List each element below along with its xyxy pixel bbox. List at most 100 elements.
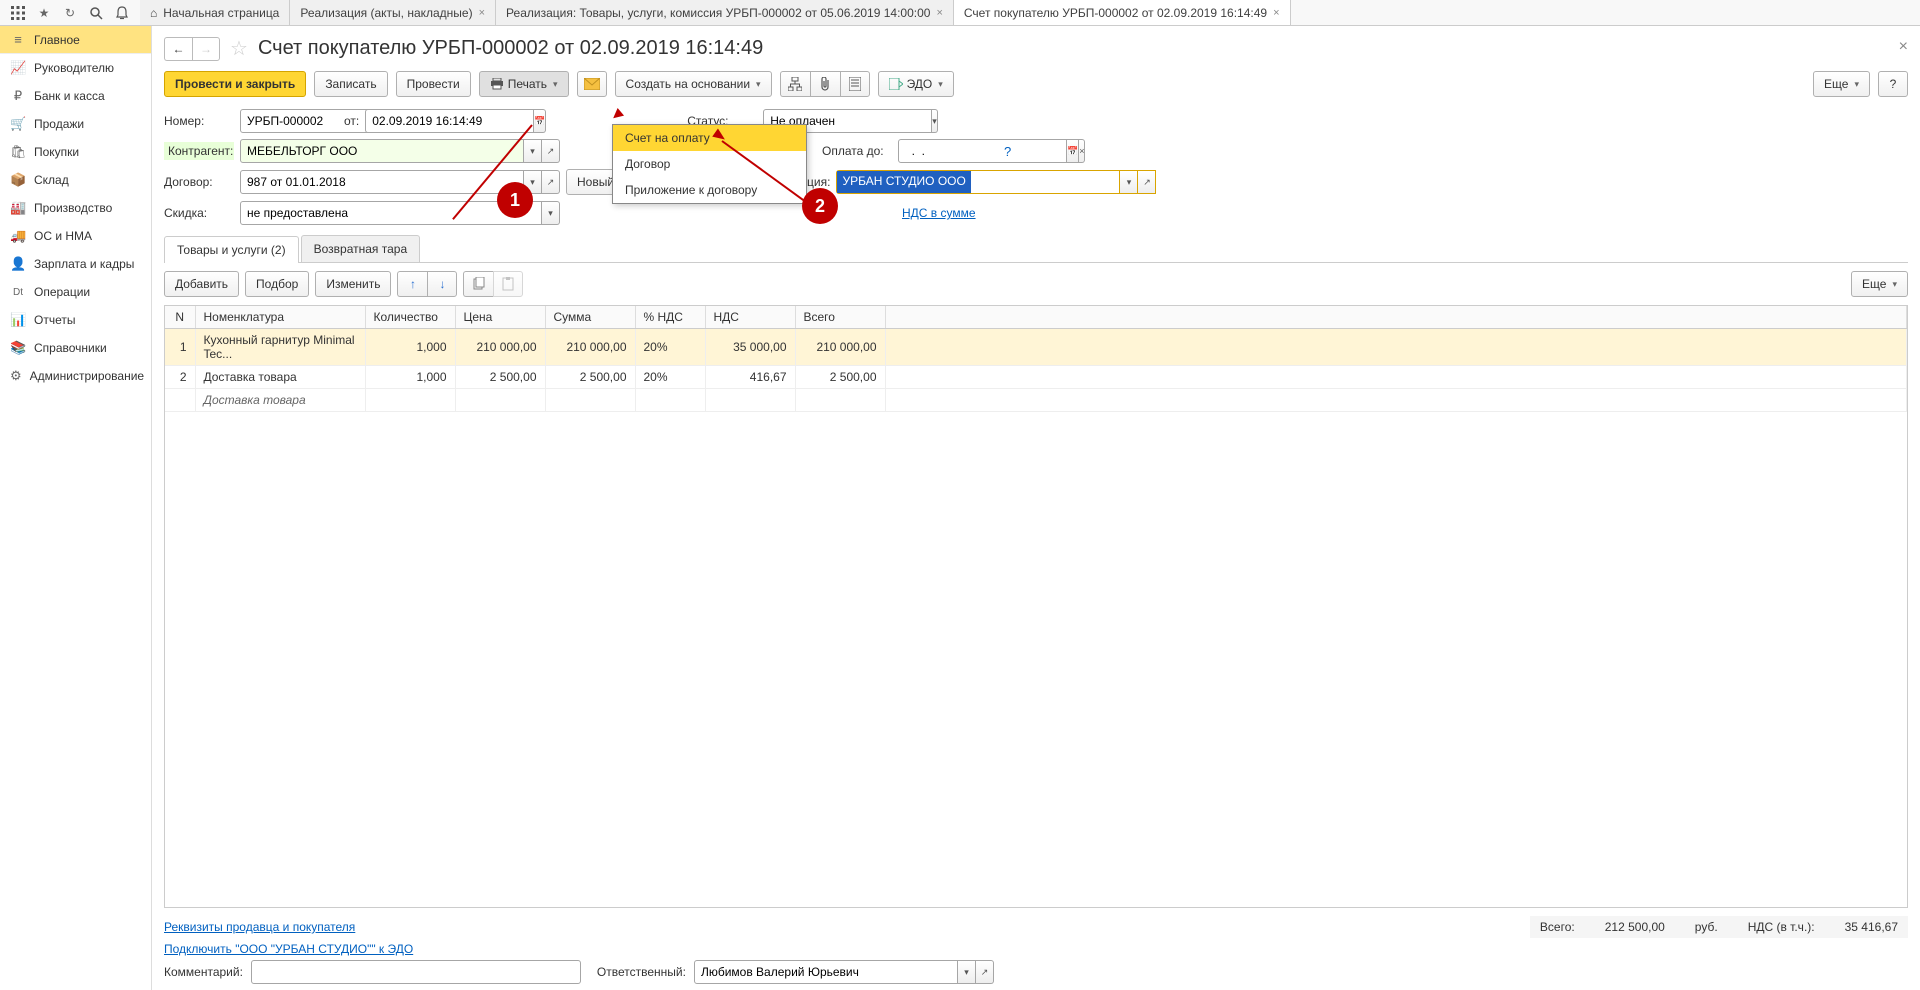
favorite-star-icon[interactable]: ☆ <box>230 36 248 61</box>
sidebar-item-production[interactable]: 🏭Производство <box>0 194 151 222</box>
structure-button[interactable] <box>780 71 810 97</box>
history-icon[interactable]: ↻ <box>58 1 82 25</box>
sidebar-label: ОС и НМА <box>34 229 92 243</box>
edo-connect-link[interactable]: Подключить "ООО "УРБАН СТУДИО"" к ЭДО <box>164 942 413 956</box>
responsible-field[interactable] <box>694 960 958 984</box>
open-icon[interactable]: ↗ <box>542 170 560 194</box>
tab-returnable[interactable]: Возвратная тара <box>301 235 421 262</box>
structure-icon <box>788 77 802 91</box>
calendar-icon[interactable]: 📅 <box>1067 139 1079 163</box>
close-icon[interactable]: × <box>479 7 485 19</box>
edo-label: ЭДО <box>907 77 933 91</box>
tab-home[interactable]: ⌂Начальная страница <box>140 0 290 25</box>
sidebar-item-bank[interactable]: ₽Банк и касса <box>0 82 151 110</box>
sidebar-item-main[interactable]: ≡Главное <box>0 26 151 54</box>
vat-link[interactable]: НДС в сумме <box>902 206 976 220</box>
star-icon[interactable]: ★ <box>32 1 56 25</box>
post-and-close-button[interactable]: Провести и закрыть <box>164 71 306 97</box>
dropdown-icon[interactable]: ▾ <box>524 139 542 163</box>
callout-2: 2 <box>802 188 838 224</box>
table-row[interactable]: 2 Доставка товара 1,000 2 500,00 2 500,0… <box>165 366 1907 389</box>
vat-sum: 35 416,67 <box>1845 920 1898 934</box>
more-button[interactable]: Еще <box>1813 71 1870 97</box>
email-button[interactable] <box>577 71 607 97</box>
col-vat[interactable]: НДС <box>705 306 795 329</box>
paste-button[interactable] <box>493 271 523 297</box>
close-icon[interactable]: × <box>1273 7 1279 19</box>
bell-icon[interactable] <box>110 1 134 25</box>
tab-goods[interactable]: Товары и услуги (2) <box>164 236 299 263</box>
table-more-button[interactable]: Еще <box>1851 271 1908 297</box>
close-page-icon[interactable]: × <box>1899 38 1908 56</box>
contract-label: Договор: <box>164 175 234 189</box>
sidebar-item-admin[interactable]: ⚙Администрирование <box>0 362 151 390</box>
sidebar-item-operations[interactable]: DtОперации <box>0 278 151 306</box>
factory-icon: 🏭 <box>10 200 26 216</box>
open-icon[interactable]: ↗ <box>976 960 994 984</box>
responsible-label: Ответственный: <box>597 965 686 979</box>
col-vatpct[interactable]: % НДС <box>635 306 705 329</box>
tab-doc1[interactable]: Реализация (акты, накладные) × <box>290 0 496 25</box>
list-button[interactable] <box>840 71 870 97</box>
items-table: N Номенклатура Количество Цена Сумма % Н… <box>165 306 1907 412</box>
print-button[interactable]: Печать <box>479 71 569 97</box>
col-item[interactable]: Номенклатура <box>195 306 365 329</box>
post-button[interactable]: Провести <box>396 71 471 97</box>
col-n[interactable]: N <box>165 306 195 329</box>
print-menu-invoice[interactable]: Счет на оплату <box>613 125 806 151</box>
dropdown-icon[interactable]: ▾ <box>932 109 938 133</box>
pay-until-field[interactable] <box>898 139 1067 163</box>
sidebar-label: Администрирование <box>30 369 144 383</box>
number-label: Номер: <box>164 114 234 128</box>
dropdown-icon[interactable]: ▾ <box>542 201 560 225</box>
col-total[interactable]: Всего <box>795 306 885 329</box>
pick-button[interactable]: Подбор <box>245 271 309 297</box>
move-down-button[interactable]: ↓ <box>427 271 457 297</box>
add-row-button[interactable]: Добавить <box>164 271 239 297</box>
sidebar-item-assets[interactable]: 🚚 ОС и НМА <box>0 222 151 250</box>
sidebar-item-hr[interactable]: 👤Зарплата и кадры <box>0 250 151 278</box>
sidebar-label: Отчеты <box>34 313 75 327</box>
dropdown-icon[interactable]: ▾ <box>958 960 976 984</box>
close-icon[interactable]: × <box>936 7 942 19</box>
col-sum[interactable]: Сумма <box>545 306 635 329</box>
date-field[interactable] <box>365 109 534 133</box>
tab-label: Реализация (акты, накладные) <box>300 6 472 20</box>
copy-button[interactable] <box>463 271 493 297</box>
search-icon[interactable] <box>84 1 108 25</box>
table-row[interactable]: 1 Кухонный гарнитур Minimal Tec... 1,000… <box>165 329 1907 366</box>
tab-doc3[interactable]: Счет покупателю УРБП-000002 от 02.09.201… <box>954 0 1291 25</box>
write-button[interactable]: Записать <box>314 71 387 97</box>
back-button[interactable]: ← <box>164 37 192 61</box>
sidebar-item-purchases[interactable]: 🛍Покупки <box>0 138 151 166</box>
sidebar-item-sales[interactable]: 🛒Продажи <box>0 110 151 138</box>
dropdown-icon[interactable]: ▾ <box>1120 170 1138 194</box>
help-icon[interactable]: ? <box>1004 144 1011 159</box>
truck-icon: 🚚 <box>10 228 26 244</box>
table-row[interactable]: Доставка товара <box>165 389 1907 412</box>
forward-button[interactable]: → <box>192 37 220 61</box>
paperclip-icon <box>819 77 831 91</box>
move-up-button[interactable]: ↑ <box>397 271 427 297</box>
change-button[interactable]: Изменить <box>315 271 391 297</box>
tab-doc2[interactable]: Реализация: Товары, услуги, комиссия УРБ… <box>496 0 954 25</box>
comment-field[interactable] <box>251 960 581 984</box>
clear-icon[interactable]: × <box>1079 139 1085 163</box>
help-button[interactable]: ? <box>1878 71 1908 97</box>
open-icon[interactable]: ↗ <box>542 139 560 163</box>
apps-icon[interactable] <box>6 1 30 25</box>
sidebar-item-catalogs[interactable]: 📚Справочники <box>0 334 151 362</box>
print-menu-contract[interactable]: Договор <box>613 151 806 177</box>
attach-button[interactable] <box>810 71 840 97</box>
col-qty[interactable]: Количество <box>365 306 455 329</box>
sidebar-item-manager[interactable]: 📈Руководителю <box>0 54 151 82</box>
seller-details-link[interactable]: Реквизиты продавца и покупателя <box>164 920 355 934</box>
calendar-icon[interactable]: 📅 <box>534 109 546 133</box>
edo-button[interactable]: ЭДО <box>878 71 954 97</box>
sidebar-item-reports[interactable]: 📊Отчеты <box>0 306 151 334</box>
sidebar-item-warehouse[interactable]: 📦Склад <box>0 166 151 194</box>
open-icon[interactable]: ↗ <box>1138 170 1156 194</box>
col-price[interactable]: Цена <box>455 306 545 329</box>
counterparty-field[interactable] <box>240 139 524 163</box>
create-based-button[interactable]: Создать на основании <box>615 71 772 97</box>
